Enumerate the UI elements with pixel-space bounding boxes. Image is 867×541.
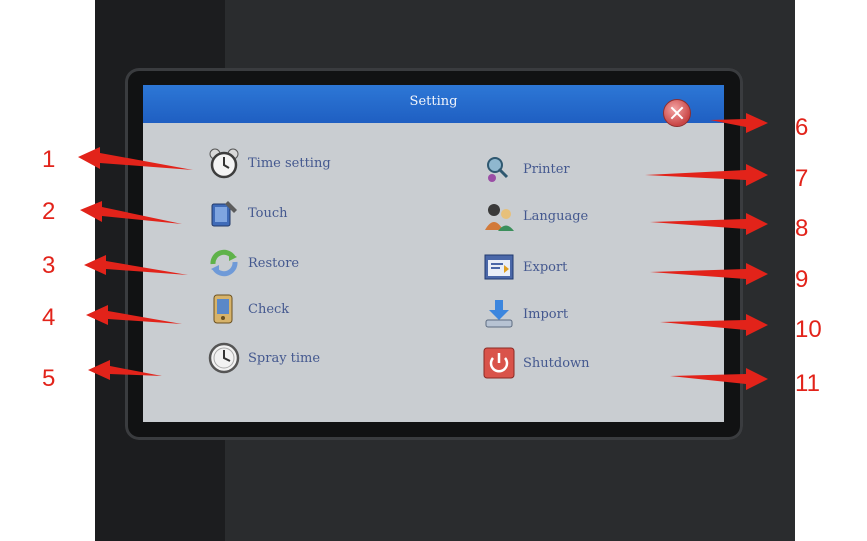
callout-arrow [660,314,768,336]
callout-arrow [650,263,768,285]
callout-arrow [710,113,768,133]
callout-arrow [670,368,768,390]
callout-arrow [84,255,188,275]
callout-arrow [80,201,182,224]
callout-arrows [78,113,768,390]
callout-arrow [88,360,162,380]
callout-arrow [86,305,182,325]
callout-arrow [650,213,768,235]
callout-arrow [78,147,193,170]
callout-arrow [645,164,768,186]
